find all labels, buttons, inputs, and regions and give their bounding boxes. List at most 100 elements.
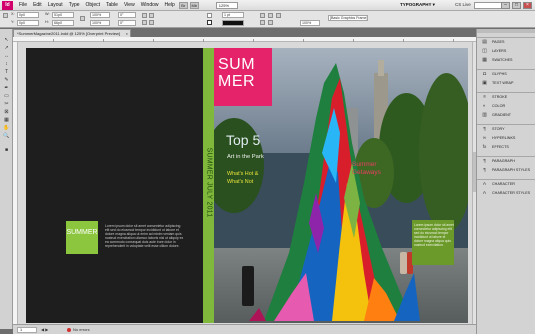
panel-label: GRADIENT (492, 113, 512, 117)
menu-type[interactable]: Type (66, 0, 83, 11)
flip-vertical-icon[interactable] (142, 20, 147, 25)
scale-y-field[interactable]: 100% (90, 20, 110, 26)
panel-gradient[interactable]: ▥ GRADIENT (477, 111, 535, 120)
stroke-type-field[interactable] (222, 20, 244, 26)
fit-content-icon[interactable] (276, 13, 281, 18)
panel-color[interactable]: ◐ COLOR (477, 102, 535, 111)
menu-window[interactable]: Window (138, 0, 162, 11)
panel-glyphs[interactable]: Ω GLYPHS (477, 70, 535, 79)
gap-tool-icon[interactable]: ↕ (2, 61, 11, 67)
flip-horizontal-icon[interactable] (149, 13, 154, 18)
frame-tool-icon[interactable]: ⊠ (2, 109, 11, 115)
menu-help[interactable]: Help (162, 0, 178, 11)
center-content-icon[interactable] (268, 20, 273, 25)
bridge-button[interactable]: Br (178, 1, 188, 9)
swatches-icon: ▦ (482, 58, 487, 63)
spine[interactable]: SUMMER JULY 2011 (203, 48, 214, 323)
panel-paragraph[interactable]: ¶ PARAGRAPH (477, 157, 535, 166)
fill-stroke-icon[interactable]: ■ (2, 147, 11, 153)
panel-label: PARAGRAPH STYLES (492, 168, 531, 172)
hand-tool-icon[interactable]: ✋ (2, 125, 11, 131)
direct-selection-tool-icon[interactable]: ↗ (2, 45, 11, 51)
menu-view[interactable]: View (121, 0, 138, 11)
panel-effects[interactable]: fx EFFECTS (477, 143, 535, 152)
panels-dock: ▤ PAGES ◫ LAYERS ▦ SWATCHES Ω GLYPHS ▣ TEXT W… (476, 29, 535, 334)
document-tab[interactable]: *SummerMagazine2011.indd @ 125% [Overpri… (13, 29, 131, 37)
close-button[interactable]: × (523, 2, 532, 9)
effects-icon: fx (482, 145, 487, 150)
menu-table[interactable]: Table (103, 0, 121, 11)
panel-text-wrap[interactable]: ▣ TEXT WRAP (477, 79, 535, 88)
menu-edit[interactable]: Edit (30, 0, 45, 11)
pen-tool-icon[interactable]: ✒ (2, 85, 11, 91)
constrain-proportions-icon[interactable] (80, 16, 85, 21)
panel-layers[interactable]: ◫ LAYERS (477, 47, 535, 56)
text-wrap-icon[interactable] (268, 13, 273, 18)
character-styles-icon: A (482, 191, 487, 196)
panel-hyperlinks[interactable]: ∞ HYPERLINKS (477, 134, 535, 143)
getaways-callout: Summer Getaways (352, 161, 381, 177)
panel-pages[interactable]: ▤ PAGES (477, 38, 535, 47)
width-field[interactable]: 51p0 (52, 12, 74, 18)
scissors-tool-icon[interactable]: ✂ (2, 101, 11, 107)
page-navigation[interactable]: ◀ ▶ (41, 327, 48, 333)
page-number-field[interactable]: 1 (17, 327, 37, 333)
stroke-weight-field[interactable]: 1 pt (222, 12, 244, 18)
dock-header[interactable] (477, 29, 535, 33)
fill-swatch-icon[interactable] (207, 13, 212, 18)
fit-frame-icon[interactable] (260, 20, 265, 25)
stroke-icon: ≡ (483, 95, 486, 100)
type-tool-icon[interactable]: T (2, 69, 11, 75)
y-position-field[interactable]: 0p0 (17, 20, 39, 26)
object-style-field[interactable]: [Basic Graphics Frame] (328, 15, 368, 21)
mini-bridge-button[interactable]: Mb (189, 1, 199, 9)
rotation-angle-field[interactable]: 0° (118, 12, 136, 18)
rotate-icon[interactable] (142, 13, 147, 18)
panel-character[interactable]: A CHARACTER (477, 180, 535, 189)
panel-label: COLOR (492, 104, 506, 108)
pencil-tool-icon[interactable]: ✎ (2, 77, 11, 83)
magazine-spread[interactable]: SUMMER Lorem ipsum dolor sit amet consec… (26, 48, 468, 323)
shear-angle-field[interactable]: 0° (118, 20, 136, 26)
rectangle-tool-icon[interactable]: ▭ (2, 93, 11, 99)
scale-x-field[interactable]: 100% (90, 12, 110, 18)
zoom-tool-icon[interactable]: 🔍 (2, 133, 11, 139)
menu-layout[interactable]: Layout (45, 0, 66, 11)
panel-paragraph-styles[interactable]: ¶ PARAGRAPH STYLES (477, 166, 535, 175)
panel-stroke[interactable]: ≡ STROKE (477, 93, 535, 102)
panel-character-styles[interactable]: A CHARACTER STYLES (477, 189, 535, 198)
front-cover[interactable]: SUMMER Top 5 Art in the Park What's Hot … (214, 48, 468, 323)
minimize-button[interactable]: – (501, 2, 510, 9)
gradient-tool-icon[interactable]: ▦ (2, 117, 11, 123)
menu-object[interactable]: Object (83, 0, 103, 11)
maximize-button[interactable]: □ (512, 2, 521, 9)
pasteboard[interactable]: SUMMER Lorem ipsum dolor sit amet consec… (18, 42, 476, 324)
headline-top5: Top 5 (226, 132, 261, 148)
glyphs-icon: Ω (482, 72, 487, 77)
selection-tool-icon[interactable]: ↖ (2, 37, 11, 43)
reference-point-icon[interactable] (3, 13, 8, 18)
page-tool-icon[interactable]: ↔ (2, 53, 11, 59)
drop-shadow-icon[interactable] (260, 13, 265, 18)
spine-text: SUMMER JULY 2011 (205, 147, 213, 218)
panel-group-story: ¶ STORY ∞ HYPERLINKS fx EFFECTS (477, 124, 535, 152)
zoom-level-field[interactable]: 125% (215, 1, 238, 9)
panel-story[interactable]: ¶ STORY (477, 125, 535, 134)
panel-swatches[interactable]: ▦ SWATCHES (477, 56, 535, 65)
panel-label: TEXT WRAP (492, 81, 514, 85)
stroke-swatch-icon[interactable] (207, 20, 212, 25)
menu-file[interactable]: File (16, 0, 30, 11)
panel-label: STORY (492, 127, 505, 131)
cs-live-button[interactable]: CS Live (455, 2, 471, 7)
opacity-field[interactable]: 100% (300, 20, 320, 26)
height-field[interactable]: 66p0 (52, 20, 74, 26)
panel-group-pages: ▤ PAGES ◫ LAYERS ▦ SWATCHES (477, 37, 535, 65)
app-logo-icon: Id (2, 0, 13, 10)
select-container-icon[interactable] (149, 20, 154, 25)
back-cover[interactable]: SUMMER Lorem ipsum dolor sit amet consec… (26, 48, 203, 323)
panel-label: PARAGRAPH (492, 159, 515, 163)
close-tab-icon[interactable]: × (126, 30, 128, 37)
preflight-status-text[interactable]: No errors (73, 327, 90, 333)
workspace-switcher[interactable]: TYPOGRAPHY ▾ (400, 2, 435, 8)
x-position-field[interactable]: 0p0 (17, 12, 39, 18)
